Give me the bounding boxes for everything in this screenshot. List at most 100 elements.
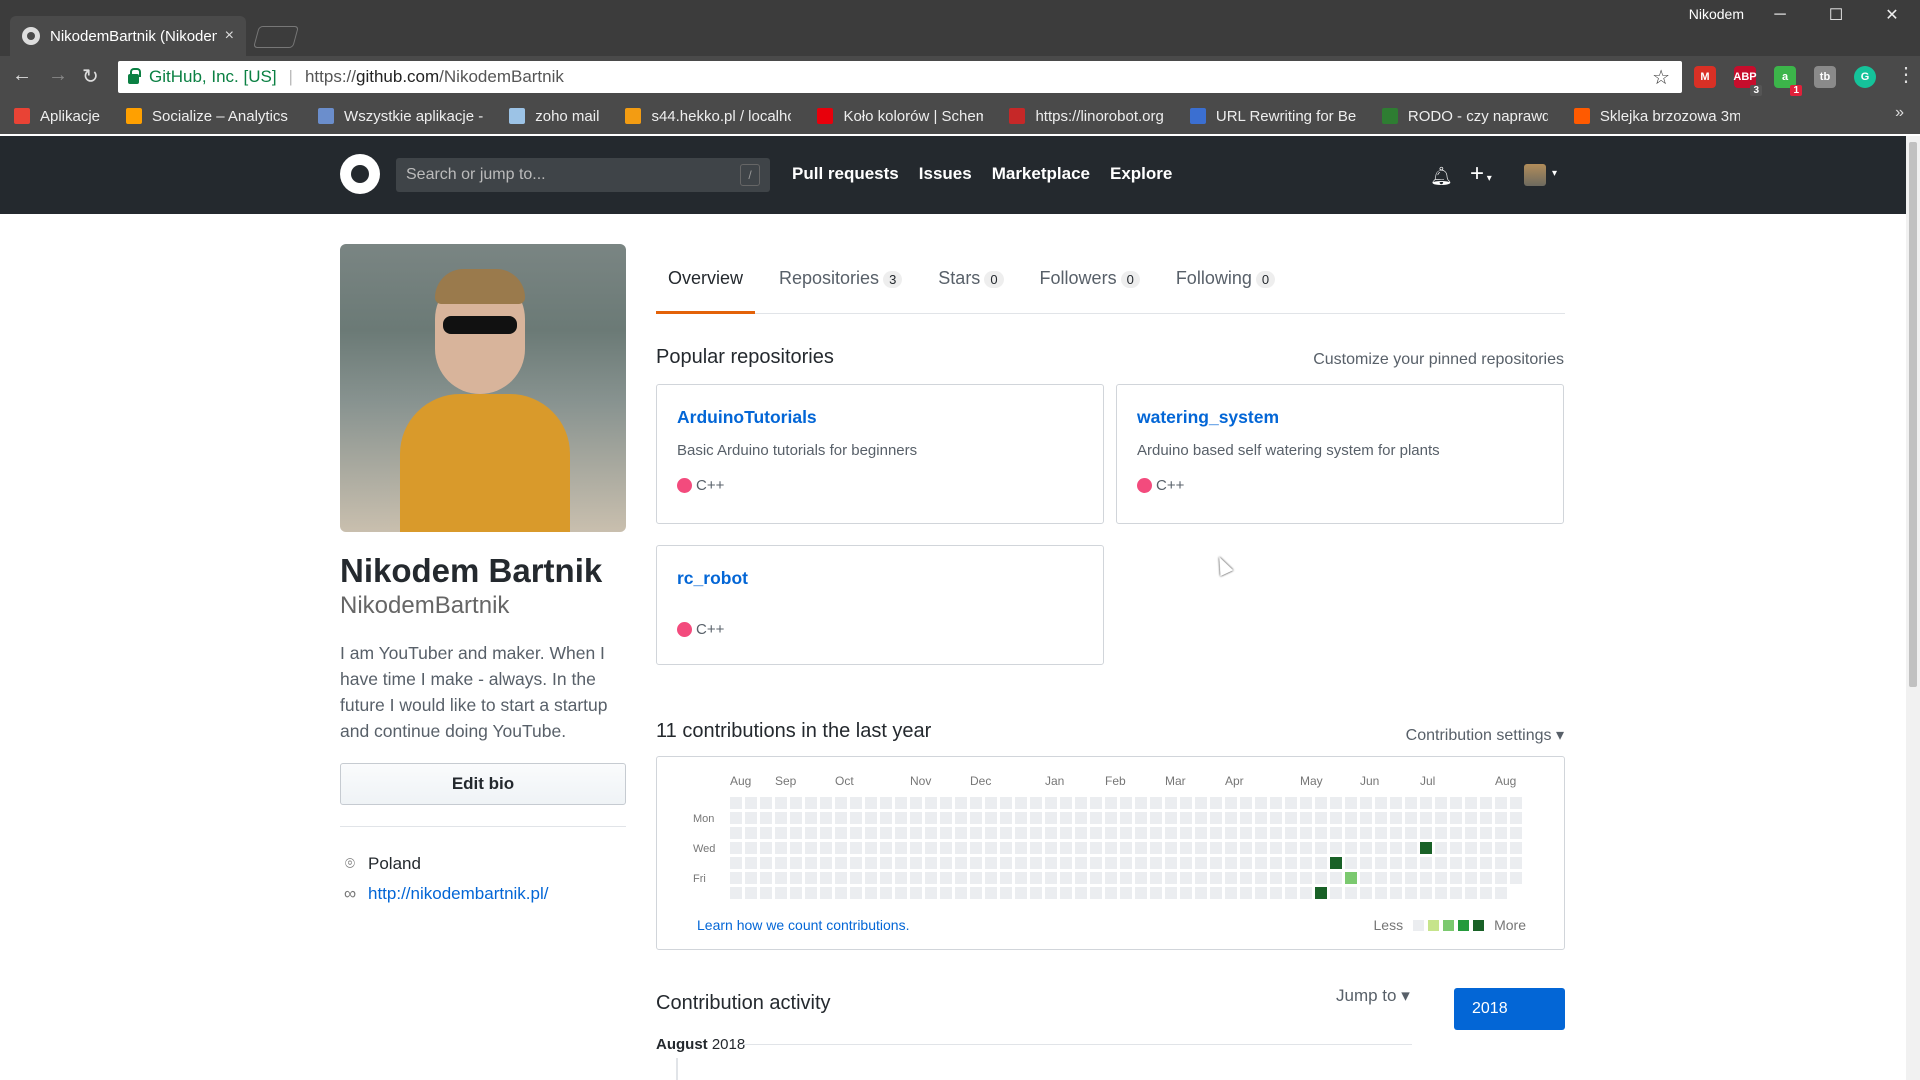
bookmark-item[interactable]: Wszystkie aplikacje - [318, 108, 483, 125]
contribution-day[interactable] [1465, 812, 1477, 824]
contribution-day[interactable] [730, 872, 742, 884]
contribution-day[interactable] [805, 842, 817, 854]
new-tab-button[interactable] [253, 26, 299, 48]
contribution-day[interactable] [1165, 797, 1177, 809]
contribution-day[interactable] [1045, 842, 1057, 854]
contribution-day[interactable] [760, 827, 772, 839]
contribution-day[interactable] [1165, 827, 1177, 839]
contribution-day[interactable] [985, 842, 997, 854]
contribution-day[interactable] [1270, 872, 1282, 884]
contribution-day[interactable] [1165, 812, 1177, 824]
contribution-day[interactable] [1210, 887, 1222, 899]
contribution-day[interactable] [790, 872, 802, 884]
bookmark-item[interactable]: https://linorobot.org [1009, 108, 1164, 125]
contribution-day[interactable] [1150, 887, 1162, 899]
contribution-day[interactable] [1435, 887, 1447, 899]
contribution-day[interactable] [1285, 797, 1297, 809]
contribution-day[interactable] [1120, 812, 1132, 824]
contribution-day[interactable] [1300, 827, 1312, 839]
contribution-day[interactable] [880, 887, 892, 899]
contribution-day[interactable] [1270, 827, 1282, 839]
contribution-day[interactable] [1075, 812, 1087, 824]
contribution-day[interactable] [745, 887, 757, 899]
contribution-day[interactable] [1000, 812, 1012, 824]
contribution-day[interactable] [1360, 887, 1372, 899]
contribution-day[interactable] [1480, 857, 1492, 869]
contribution-day[interactable] [850, 887, 862, 899]
contribution-day[interactable] [1420, 812, 1432, 824]
contribution-day[interactable] [1285, 872, 1297, 884]
contribution-day[interactable] [1450, 797, 1462, 809]
contribution-day[interactable] [1420, 797, 1432, 809]
contribution-day[interactable] [925, 812, 937, 824]
bookmark-item[interactable]: s44.hekko.pl / localhc [625, 108, 791, 125]
search-input[interactable]: Search or jump to... / [396, 158, 770, 192]
contribution-day[interactable] [940, 797, 952, 809]
contribution-day[interactable] [1450, 857, 1462, 869]
contribution-day[interactable] [1435, 797, 1447, 809]
contribution-day[interactable] [1015, 827, 1027, 839]
notifications-bell-icon[interactable]: 🔔︎ [1430, 166, 1453, 187]
contribution-day[interactable] [985, 827, 997, 839]
contribution-day[interactable] [1135, 887, 1147, 899]
contribution-day[interactable] [985, 797, 997, 809]
contribution-day[interactable] [1480, 887, 1492, 899]
contribution-day[interactable] [1000, 797, 1012, 809]
contribution-day[interactable] [1510, 797, 1522, 809]
contribution-day[interactable] [1330, 827, 1342, 839]
contribution-day-active[interactable] [1345, 872, 1357, 884]
contribution-day[interactable] [760, 857, 772, 869]
contribution-day[interactable] [1360, 827, 1372, 839]
contribution-day[interactable] [835, 857, 847, 869]
contribution-day[interactable] [1015, 797, 1027, 809]
contribution-day[interactable] [1420, 857, 1432, 869]
contribution-day[interactable] [955, 797, 967, 809]
contribution-day-active[interactable] [1315, 887, 1327, 899]
contribution-day[interactable] [835, 887, 847, 899]
bookmark-item[interactable]: Socialize – Analytics - [126, 108, 292, 125]
contribution-day[interactable] [1060, 827, 1072, 839]
contribution-day[interactable] [1405, 872, 1417, 884]
bookmark-item[interactable]: Aplikacje [14, 108, 100, 125]
contribution-day[interactable] [1480, 812, 1492, 824]
contribution-day-active[interactable] [1420, 842, 1432, 854]
contribution-day[interactable] [1045, 827, 1057, 839]
contribution-day[interactable] [1405, 827, 1417, 839]
contribution-day[interactable] [1030, 812, 1042, 824]
contribution-day[interactable] [1450, 842, 1462, 854]
contribution-day[interactable] [1375, 842, 1387, 854]
contribution-day[interactable] [955, 827, 967, 839]
contribution-day[interactable] [985, 872, 997, 884]
contribution-day[interactable] [880, 827, 892, 839]
contribution-day[interactable] [1045, 797, 1057, 809]
contribution-day[interactable] [1375, 797, 1387, 809]
contribution-day[interactable] [1285, 827, 1297, 839]
contribution-day[interactable] [865, 797, 877, 809]
contribution-day[interactable] [1390, 887, 1402, 899]
contribution-day[interactable] [895, 857, 907, 869]
contribution-day[interactable] [1075, 872, 1087, 884]
contribution-day[interactable] [880, 812, 892, 824]
contribution-day[interactable] [1465, 842, 1477, 854]
contribution-day[interactable] [940, 872, 952, 884]
contribution-day[interactable] [1285, 842, 1297, 854]
contribution-day[interactable] [1120, 887, 1132, 899]
user-avatar-menu[interactable] [1524, 164, 1546, 186]
contribution-day[interactable] [1495, 842, 1507, 854]
contribution-day[interactable] [835, 797, 847, 809]
contribution-day[interactable] [985, 887, 997, 899]
contribution-day[interactable] [1255, 887, 1267, 899]
contribution-day[interactable] [1255, 842, 1267, 854]
contribution-day[interactable] [730, 857, 742, 869]
contribution-day[interactable] [970, 842, 982, 854]
contribution-day[interactable] [1360, 797, 1372, 809]
contribution-day[interactable] [1015, 857, 1027, 869]
address-bar[interactable]: GitHub, Inc. [US] | https:// github.com … [118, 61, 1682, 93]
contribution-day[interactable] [820, 842, 832, 854]
contribution-day[interactable] [1480, 842, 1492, 854]
contribution-day[interactable] [1105, 797, 1117, 809]
contribution-day[interactable] [1240, 857, 1252, 869]
contribution-day[interactable] [1120, 827, 1132, 839]
contribution-day[interactable] [760, 842, 772, 854]
nav-explore[interactable]: Explore [1110, 164, 1172, 184]
